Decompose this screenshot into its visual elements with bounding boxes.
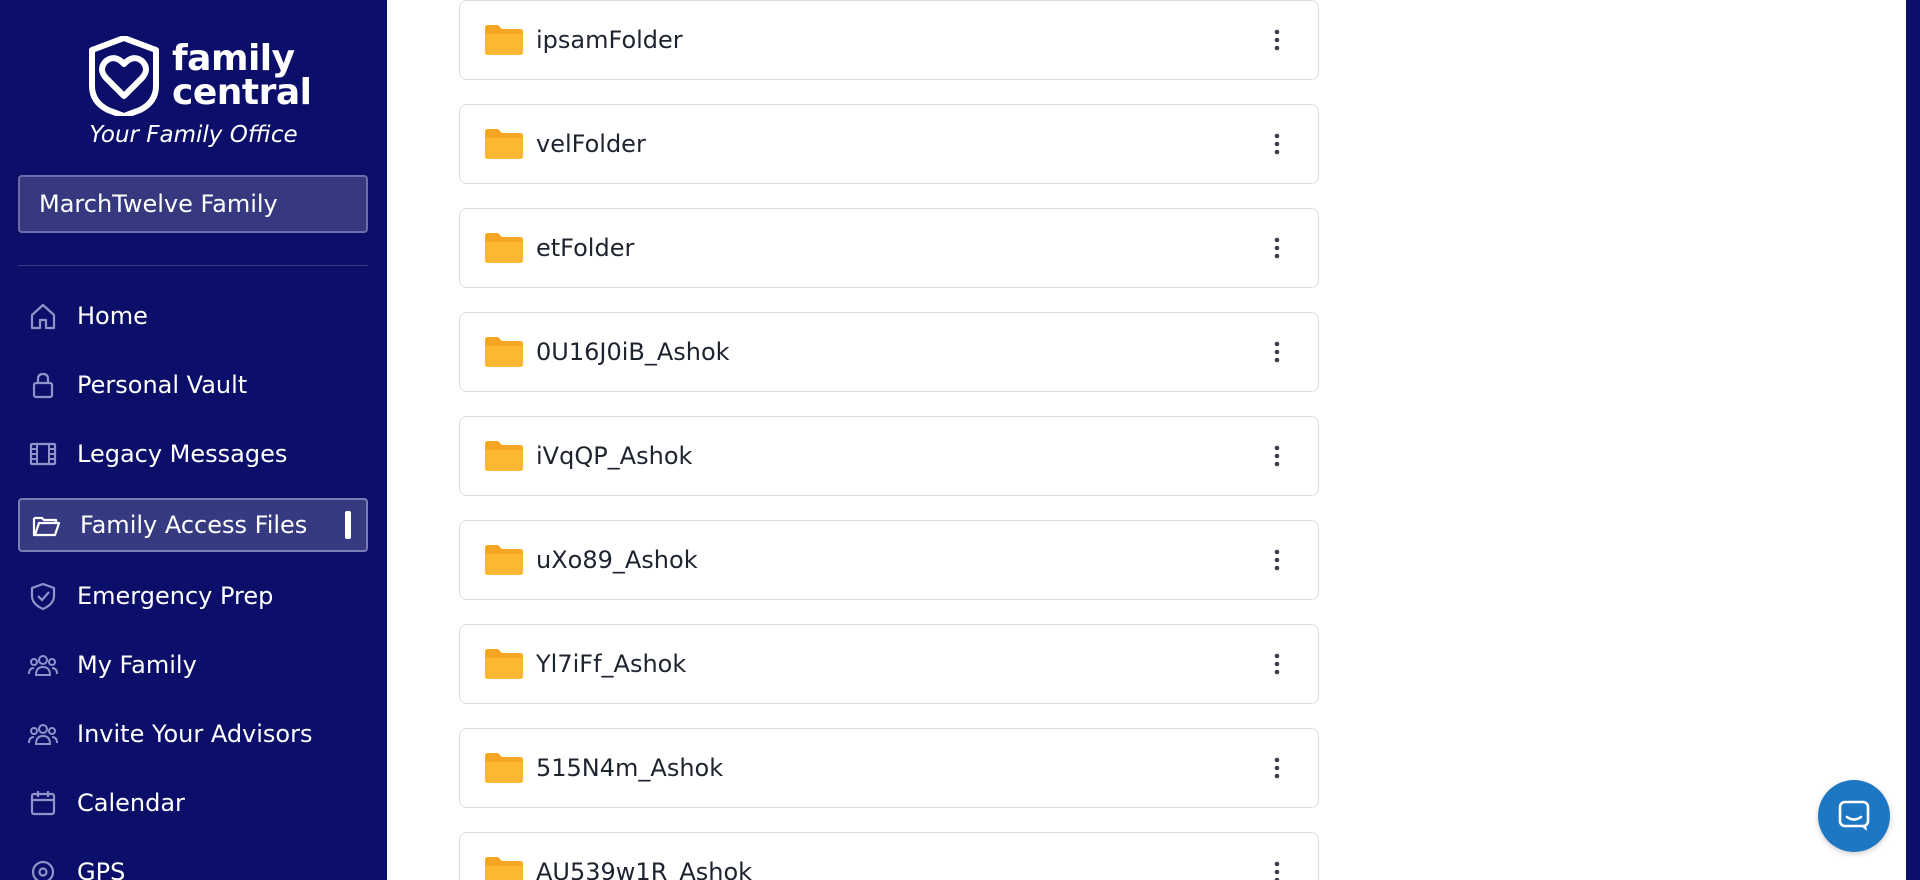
folder-row[interactable]: etFolder: [459, 208, 1319, 288]
more-options-icon[interactable]: [1262, 233, 1292, 263]
sidebar-item-invite-your-advisors[interactable]: Invite Your Advisors: [18, 707, 368, 761]
folder-icon: [485, 649, 523, 679]
folder-icon: [485, 441, 523, 471]
family-central-logo[interactable]: family central: [84, 36, 314, 116]
folder-name: 515N4m_Ashok: [536, 754, 724, 782]
location-icon: [27, 856, 59, 880]
folder-row[interactable]: ipsamFolder: [459, 0, 1319, 80]
active-indicator: [345, 511, 351, 539]
people-icon: [27, 649, 59, 681]
home-icon: [27, 300, 59, 332]
folder-row[interactable]: iVqQP_Ashok: [459, 416, 1319, 496]
folder-row[interactable]: velFolder: [459, 104, 1319, 184]
more-options-icon[interactable]: [1262, 25, 1292, 55]
sidebar-item-label: My Family: [77, 651, 197, 679]
folder-name: AU539w1R_Ashok: [536, 858, 753, 880]
family-selector-value: MarchTwelve Family: [39, 190, 278, 218]
film-icon: [27, 438, 59, 470]
folder-open-icon: [30, 509, 62, 541]
lock-icon: [27, 369, 59, 401]
sidebar-item-label: Legacy Messages: [77, 440, 288, 468]
folder-icon: [485, 233, 523, 263]
brand-line-2: central: [172, 72, 312, 113]
more-options-icon[interactable]: [1262, 857, 1292, 880]
more-options-icon[interactable]: [1262, 649, 1292, 679]
sidebar-item-label: Family Access Files: [80, 511, 308, 539]
folder-row[interactable]: 515N4m_Ashok: [459, 728, 1319, 808]
sidebar-divider: [18, 265, 368, 266]
family-selector[interactable]: MarchTwelve Family: [18, 175, 368, 233]
sidebar-item-emergency-prep[interactable]: Emergency Prep: [18, 569, 368, 623]
people-icon: [27, 718, 59, 750]
sidebar-item-legacy-messages[interactable]: Legacy Messages: [18, 427, 368, 481]
folder-name: 0U16J0iB_Ashok: [536, 338, 730, 366]
folder-row[interactable]: uXo89_Ashok: [459, 520, 1319, 600]
folder-row[interactable]: 0U16J0iB_Ashok: [459, 312, 1319, 392]
sidebar-item-calendar[interactable]: Calendar: [18, 776, 368, 830]
more-options-icon[interactable]: [1262, 753, 1292, 783]
sidebar-item-label: Emergency Prep: [77, 582, 274, 610]
folder-name: uXo89_Ashok: [536, 546, 698, 574]
sidebar-item-label: Personal Vault: [77, 371, 248, 399]
more-options-icon[interactable]: [1262, 441, 1292, 471]
sidebar-item-family-access-files[interactable]: Family Access Files: [18, 498, 368, 552]
more-options-icon[interactable]: [1262, 337, 1292, 367]
folder-icon: [485, 545, 523, 575]
sidebar-item-my-family[interactable]: My Family: [18, 638, 368, 692]
brand-wordmark: family central: [172, 38, 312, 113]
more-options-icon[interactable]: [1262, 545, 1292, 575]
chat-launcher-button[interactable]: [1818, 780, 1890, 852]
folder-row[interactable]: AU539w1R_Ashok: [459, 832, 1319, 880]
more-options-icon[interactable]: [1262, 129, 1292, 159]
folder-name: etFolder: [536, 234, 635, 262]
sidebar-item-label: Calendar: [77, 789, 185, 817]
shield-check-icon: [27, 580, 59, 612]
folder-name: velFolder: [536, 130, 646, 158]
sidebar-item-home[interactable]: Home: [18, 289, 368, 343]
folder-icon: [485, 753, 523, 783]
sidebar-item-personal-vault[interactable]: Personal Vault: [18, 358, 368, 412]
sidebar-item-gps[interactable]: GPS: [18, 845, 368, 880]
folder-row[interactable]: Yl7iFf_Ashok: [459, 624, 1319, 704]
sidebar: family central Your Family Office MarchT…: [0, 0, 387, 880]
calendar-icon: [27, 787, 59, 819]
sidebar-item-label: Invite Your Advisors: [77, 720, 313, 748]
heart-house-logo-icon: [89, 36, 159, 116]
brand-line-1: family: [172, 38, 295, 79]
folder-name: iVqQP_Ashok: [536, 442, 693, 470]
folder-name: ipsamFolder: [536, 26, 683, 54]
right-edge-bar: [1906, 0, 1920, 880]
sidebar-item-label: Home: [77, 302, 148, 330]
folder-icon: [485, 857, 523, 880]
chat-icon: [1838, 800, 1870, 831]
brand-tagline: Your Family Office: [89, 122, 298, 148]
folder-icon: [485, 129, 523, 159]
folder-name: Yl7iFf_Ashok: [536, 650, 687, 678]
folder-icon: [485, 25, 523, 55]
sidebar-item-label: GPS: [77, 858, 126, 880]
folder-icon: [485, 337, 523, 367]
